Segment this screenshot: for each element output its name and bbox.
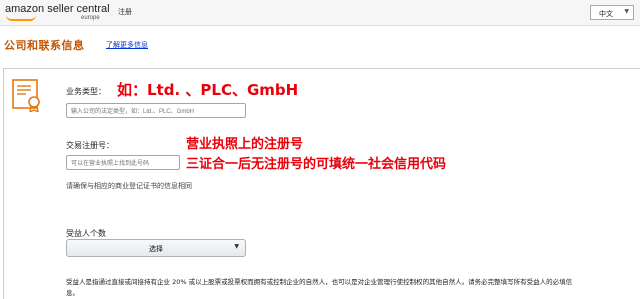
beneficiaries-label: 受益人个数 xyxy=(66,229,106,238)
beneficiaries-select-value: 选择 xyxy=(149,245,163,253)
certificate-icon xyxy=(12,79,40,112)
chevron-down-icon: ▼ xyxy=(624,8,629,15)
beneficiary-footnote-continued: 息。 xyxy=(66,289,79,297)
business-type-annotation: 如：Ltd. 、PLC、GmbH xyxy=(117,81,299,99)
amazon-seller-central-logo[interactable]: amazon seller central europe xyxy=(5,3,110,23)
logo-text: amazon seller central xyxy=(5,3,110,15)
registration-number-input[interactable] xyxy=(66,155,180,170)
beneficiary-footnote: 受益人是指通过直接或间接持有企业 20% 或以上股票或投票权而拥有或控制企业的自… xyxy=(66,278,573,286)
beneficiaries-select[interactable]: 选择 ▼ xyxy=(66,239,246,257)
page-title: 公司和联系信息 xyxy=(4,39,85,52)
top-bar: amazon seller central europe 注册 中文 ▼ xyxy=(0,0,640,26)
registration-number-hint: 请确保与相应的商业登记证书的信息相同 xyxy=(66,182,192,190)
logo-region: europe xyxy=(81,15,100,21)
language-select[interactable]: 中文 ▼ xyxy=(590,5,634,20)
registration-annotation-line2: 三证合一后无注册号的可填统一社会信用代码 xyxy=(186,157,447,172)
business-type-input[interactable] xyxy=(66,103,246,118)
nav-register-link[interactable]: 注册 xyxy=(118,7,132,17)
language-value: 中文 xyxy=(599,10,613,18)
amazon-smile-icon xyxy=(6,15,36,21)
registration-annotation-line1: 营业执照上的注册号 xyxy=(186,137,304,152)
chevron-down-icon: ▼ xyxy=(234,243,239,250)
business-type-label: 业务类型： xyxy=(66,87,106,96)
registration-number-label: 交易注册号： xyxy=(66,141,114,150)
learn-more-link[interactable]: 了解更多信息 xyxy=(106,40,148,50)
